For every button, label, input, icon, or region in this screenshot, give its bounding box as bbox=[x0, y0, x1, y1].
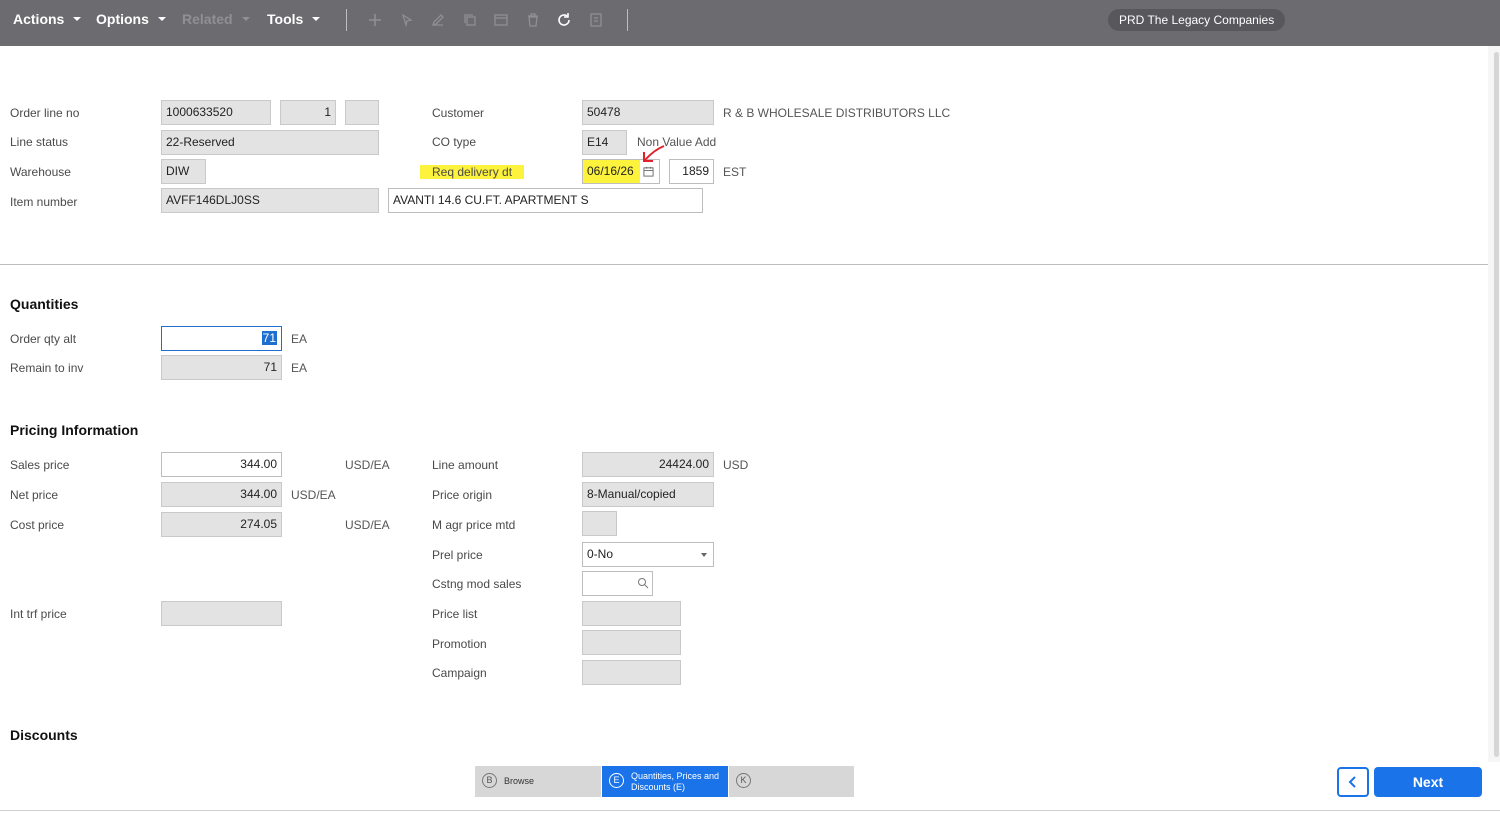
warehouse-field[interactable]: DIW bbox=[161, 159, 206, 184]
co-type-label: CO type bbox=[432, 135, 477, 149]
note-icon[interactable] bbox=[588, 12, 604, 28]
annotation-arrow-icon bbox=[643, 145, 665, 162]
sales-price-unit: USD/EA bbox=[345, 458, 390, 472]
warehouse-label: Warehouse bbox=[10, 165, 71, 179]
sales-price-label: Sales price bbox=[10, 458, 70, 472]
line-status-field[interactable]: 22-Reserved bbox=[161, 130, 379, 155]
order-line-field[interactable]: 1 bbox=[280, 100, 336, 125]
promotion-field[interactable] bbox=[582, 630, 681, 655]
cost-price-label: Cost price bbox=[10, 518, 65, 532]
toolbar-separator bbox=[627, 9, 628, 31]
cstng-mod-sales-input[interactable] bbox=[582, 571, 653, 596]
scrollbar-thumb[interactable] bbox=[1494, 52, 1499, 757]
search-icon[interactable] bbox=[637, 577, 649, 589]
prel-price-value: 0-No bbox=[587, 547, 614, 561]
refresh-icon[interactable] bbox=[556, 12, 572, 28]
tools-menu[interactable]: Tools bbox=[267, 11, 321, 27]
chevron-down-icon bbox=[312, 17, 321, 22]
cost-price-field[interactable]: 274.05 bbox=[161, 512, 282, 537]
step-quantities-prices[interactable]: E Quantities, Prices and Discounts (E) bbox=[602, 766, 728, 797]
item-number-label: Item number bbox=[10, 195, 78, 209]
order-qty-alt-label: Order qty alt bbox=[10, 332, 77, 346]
related-menu[interactable]: Related bbox=[182, 11, 250, 27]
actions-menu[interactable]: Actions bbox=[13, 11, 82, 27]
net-price-unit: USD/EA bbox=[291, 488, 336, 502]
timezone-label: EST bbox=[723, 165, 747, 179]
int-trf-price-label: Int trf price bbox=[10, 607, 67, 621]
step-key-e: E bbox=[609, 773, 624, 788]
order-qty-alt-value: 71 bbox=[261, 331, 277, 345]
price-list-field[interactable] bbox=[582, 601, 681, 626]
prel-price-label: Prel price bbox=[432, 548, 483, 562]
net-price-label: Net price bbox=[10, 488, 59, 502]
company-badge[interactable]: PRD The Legacy Companies bbox=[1108, 9, 1286, 31]
m-agr-price-mtd-label: M agr price mtd bbox=[432, 518, 516, 532]
item-description-field[interactable]: AVANTI 14.6 CU.FT. APARTMENT S bbox=[388, 188, 703, 213]
top-toolbar: Actions Options Related Tools PRD The Le… bbox=[0, 0, 1500, 46]
back-button[interactable] bbox=[1337, 767, 1369, 797]
req-delivery-label: Req delivery dt bbox=[420, 165, 525, 179]
chevron-left-icon bbox=[1348, 776, 1356, 788]
step-quantities-prices-label: Quantities, Prices and Discounts (E) bbox=[631, 771, 720, 792]
step-browse[interactable]: B Browse bbox=[475, 766, 601, 797]
campaign-label: Campaign bbox=[432, 666, 487, 680]
chevron-down-icon bbox=[73, 17, 82, 22]
price-origin-field[interactable]: 8-Manual/copied bbox=[582, 482, 714, 507]
step-key-b: B bbox=[482, 773, 497, 788]
promotion-label: Promotion bbox=[432, 637, 487, 651]
co-type-field[interactable]: E14 bbox=[582, 130, 627, 155]
edit-icon[interactable] bbox=[430, 12, 446, 28]
campaign-field[interactable] bbox=[582, 660, 681, 685]
req-delivery-time-field[interactable]: 1859 bbox=[669, 159, 714, 184]
step-key-k: K bbox=[736, 773, 751, 788]
chevron-down-icon bbox=[157, 17, 166, 22]
int-trf-price-field[interactable] bbox=[161, 601, 282, 626]
net-price-field[interactable]: 344.00 bbox=[161, 482, 282, 507]
chevron-down-icon bbox=[241, 17, 250, 22]
next-button[interactable]: Next bbox=[1374, 767, 1482, 797]
line-amount-label: Line amount bbox=[432, 458, 499, 472]
order-line-suffix-field[interactable] bbox=[345, 100, 379, 125]
quantities-title: Quantities bbox=[10, 296, 79, 312]
order-number-field[interactable]: 1000633520 bbox=[161, 100, 271, 125]
pricing-title: Pricing Information bbox=[10, 422, 139, 438]
customer-name: R & B WHOLESALE DISTRIBUTORS LLC bbox=[723, 106, 951, 120]
cursor-icon[interactable] bbox=[399, 12, 415, 28]
remain-to-inv-field[interactable]: 71 bbox=[161, 355, 282, 380]
cost-price-unit: USD/EA bbox=[345, 518, 390, 532]
customer-field[interactable]: 50478 bbox=[582, 100, 714, 125]
calendar-icon[interactable] bbox=[643, 166, 654, 177]
req-delivery-date-value: 06/16/26 bbox=[583, 160, 640, 183]
section-divider bbox=[0, 264, 1488, 265]
copy-icon[interactable] bbox=[462, 12, 478, 28]
order-qty-alt-input[interactable]: 71 bbox=[161, 326, 282, 351]
customer-label: Customer bbox=[432, 106, 485, 120]
prel-price-select[interactable]: 0-No bbox=[582, 542, 714, 567]
toolbar-separator bbox=[346, 9, 347, 31]
m-agr-price-mtd-field[interactable] bbox=[582, 511, 617, 536]
window-icon[interactable] bbox=[493, 12, 509, 28]
order-qty-unit: EA bbox=[291, 332, 308, 346]
price-list-label: Price list bbox=[432, 607, 478, 621]
item-number-field[interactable]: AVFF146DLJ0SS bbox=[161, 188, 379, 213]
cstng-mod-sales-label: Cstng mod sales bbox=[432, 577, 522, 591]
sales-price-input[interactable]: 344.00 bbox=[161, 452, 282, 477]
step-browse-label: Browse bbox=[504, 776, 535, 786]
line-amount-field[interactable]: 24424.00 bbox=[582, 452, 714, 477]
remain-to-inv-label: Remain to inv bbox=[10, 361, 84, 375]
line-amount-unit: USD bbox=[723, 458, 749, 472]
bottom-border bbox=[0, 810, 1500, 811]
price-origin-label: Price origin bbox=[432, 488, 493, 502]
add-icon[interactable] bbox=[367, 12, 383, 28]
line-status-label: Line status bbox=[10, 135, 69, 149]
delete-icon[interactable] bbox=[525, 12, 541, 28]
discounts-title: Discounts bbox=[10, 727, 78, 743]
options-menu[interactable]: Options bbox=[96, 11, 166, 27]
step-k[interactable]: K bbox=[729, 766, 854, 797]
chevron-down-icon bbox=[701, 553, 707, 557]
remain-to-inv-unit: EA bbox=[291, 361, 308, 375]
order-line-no-label: Order line no bbox=[10, 106, 80, 120]
